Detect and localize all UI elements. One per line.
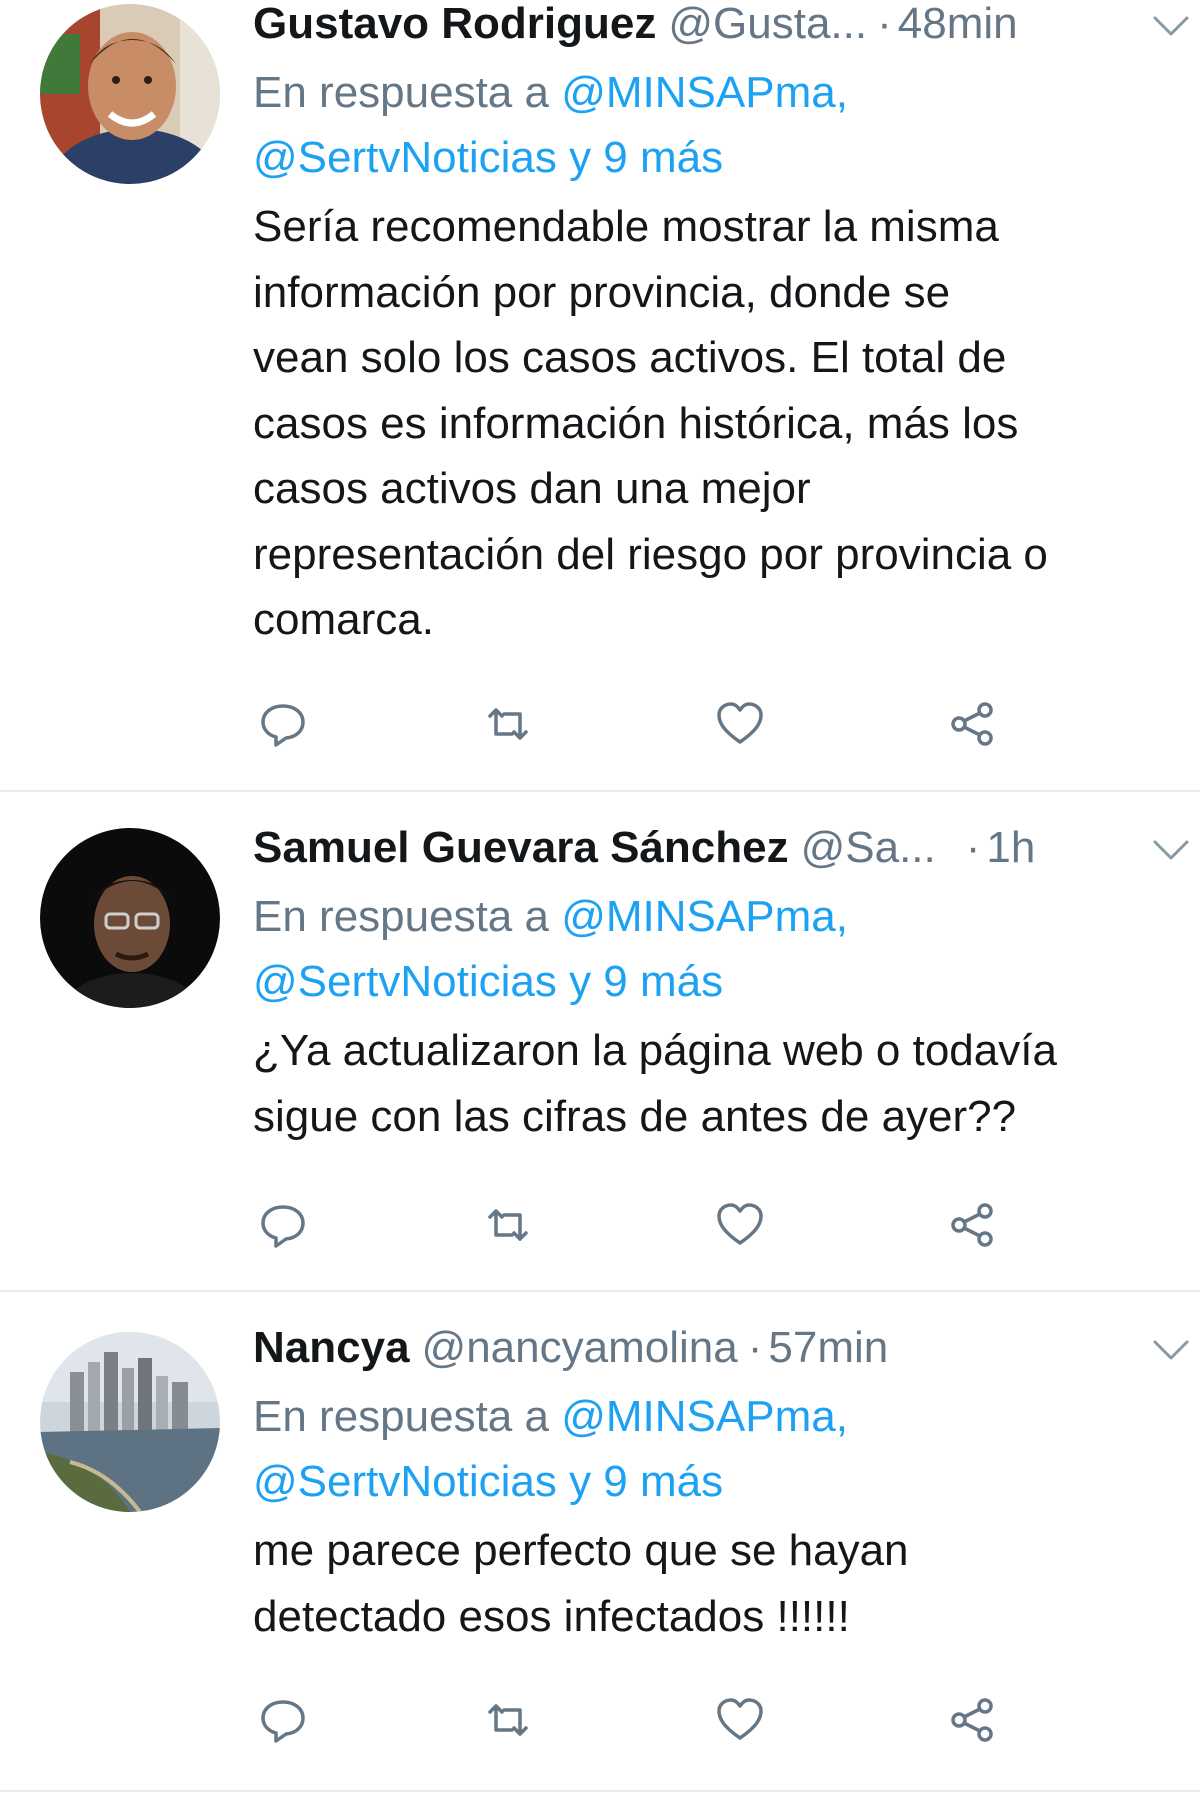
tweet-header: Samuel Guevara Sánchez @Sa... · 1h (253, 822, 1170, 874)
mention-link[interactable]: @MINSAPma, (561, 68, 848, 117)
share-button[interactable] (943, 694, 1003, 754)
reply-button[interactable] (253, 694, 313, 754)
share-icon (951, 702, 993, 746)
tweet-header: Gustavo Rodriguez @Gusta... · 48min (253, 0, 1170, 50)
tweet-text-line: representación del riesgo por provincia … (253, 529, 1048, 579)
heart-icon (717, 702, 763, 744)
retweet-button[interactable] (478, 1690, 538, 1750)
like-button[interactable] (710, 1690, 770, 1750)
tweet-actions (253, 694, 1053, 754)
tweet-header: Nancya @nancyamolina · 57min (253, 1322, 1170, 1374)
timestamp[interactable]: 48min (898, 0, 1018, 50)
reply-context: En respuesta a @MINSAPma, @SertvNoticias… (253, 884, 1170, 1014)
chevron-down-icon[interactable] (1152, 1338, 1190, 1362)
mention-link[interactable]: @SertvNoticias y 9 más (253, 1457, 723, 1506)
like-button[interactable] (710, 694, 770, 754)
chevron-down-icon[interactable] (1152, 838, 1190, 862)
tweet-text-line: casos es información histórica, más los (253, 398, 1019, 448)
share-icon (951, 1203, 993, 1247)
tweet-text-line: Sería recomendable mostrar la misma (253, 202, 999, 251)
timestamp[interactable]: 1h (986, 822, 1035, 874)
reply-icon (261, 1205, 305, 1248)
share-icon (951, 1698, 993, 1742)
reply-prefix: En respuesta a (253, 68, 549, 117)
reply-icon (261, 704, 305, 747)
timestamp[interactable]: 57min (768, 1322, 888, 1374)
heart-icon (717, 1203, 763, 1245)
heart-icon (717, 1698, 763, 1740)
avatar[interactable] (40, 828, 220, 1008)
author-handle[interactable]: @Gusta... (668, 0, 867, 50)
tweet-text-line: comarca. (253, 595, 434, 644)
chevron-down-icon[interactable] (1152, 14, 1190, 38)
tweet[interactable]: Gustavo Rodriguez @Gusta... · 48min En r… (0, 0, 1200, 792)
reply-context: En respuesta a @MINSAPma, @SertvNoticias… (253, 60, 1170, 190)
tweet-text-line: información por provincia, donde se (253, 267, 951, 317)
separator: · (747, 1323, 763, 1372)
share-button[interactable] (943, 1195, 1003, 1255)
tweet-text-line: ¿Ya actualizaron la página web o todavía (253, 1026, 1057, 1075)
author-handle[interactable]: @nancyamolina (422, 1322, 738, 1374)
share-button[interactable] (943, 1690, 1003, 1750)
like-button[interactable] (710, 1195, 770, 1255)
tweet-text: ¿Ya actualizaron la página web o todavía… (253, 1018, 1170, 1149)
reply-button[interactable] (253, 1195, 313, 1255)
tweet-text-line: me parece perfecto que se hayan (253, 1526, 909, 1575)
tweet[interactable]: Nancya @nancyamolina · 57min En respuest… (0, 1292, 1200, 1792)
reply-prefix: En respuesta a (253, 1392, 549, 1441)
mention-link[interactable]: @MINSAPma, (561, 892, 848, 941)
author-name[interactable]: Nancya (253, 1322, 410, 1374)
retweet-icon (488, 1704, 528, 1736)
author-handle[interactable]: @Sa... (801, 822, 936, 874)
avatar[interactable] (40, 1332, 220, 1512)
avatar[interactable] (40, 4, 220, 184)
reply-prefix: En respuesta a (253, 892, 549, 941)
retweet-button[interactable] (478, 1195, 538, 1255)
reply-context: En respuesta a @MINSAPma, @SertvNoticias… (253, 1384, 1170, 1514)
mention-link[interactable]: @MINSAPma, (561, 1392, 848, 1441)
tweet-text-line: casos activos dan una mejor (253, 464, 811, 513)
reply-button[interactable] (253, 1690, 313, 1750)
tweet-text: Sería recomendable mostrar la misma info… (253, 194, 1170, 653)
mention-link[interactable]: @SertvNoticias y 9 más (253, 957, 723, 1006)
mention-link[interactable]: @SertvNoticias y 9 más (253, 133, 723, 182)
tweet-text-line: sigue con las cifras de antes de ayer?? (253, 1091, 1017, 1141)
author-name[interactable]: Samuel Guevara Sánchez (253, 822, 789, 874)
retweet-button[interactable] (478, 694, 538, 754)
reply-icon (261, 1700, 305, 1743)
tweet-actions (253, 1690, 1053, 1750)
tweet-feed: Gustavo Rodriguez @Gusta... · 48min En r… (0, 0, 1200, 1792)
retweet-icon (488, 1209, 528, 1241)
tweet-text: me parece perfecto que se hayan detectad… (253, 1518, 1170, 1649)
tweet-actions (253, 1195, 1053, 1255)
retweet-icon (488, 708, 528, 740)
tweet-text-line: detectado esos infectados !!!!!! (253, 1591, 850, 1641)
author-name[interactable]: Gustavo Rodriguez (253, 0, 656, 50)
tweet-text-line: vean solo los casos activos. El total de (253, 333, 1007, 382)
separator: · (877, 0, 892, 48)
tweet[interactable]: Samuel Guevara Sánchez @Sa... · 1h En re… (0, 792, 1200, 1292)
separator: · (965, 823, 981, 872)
